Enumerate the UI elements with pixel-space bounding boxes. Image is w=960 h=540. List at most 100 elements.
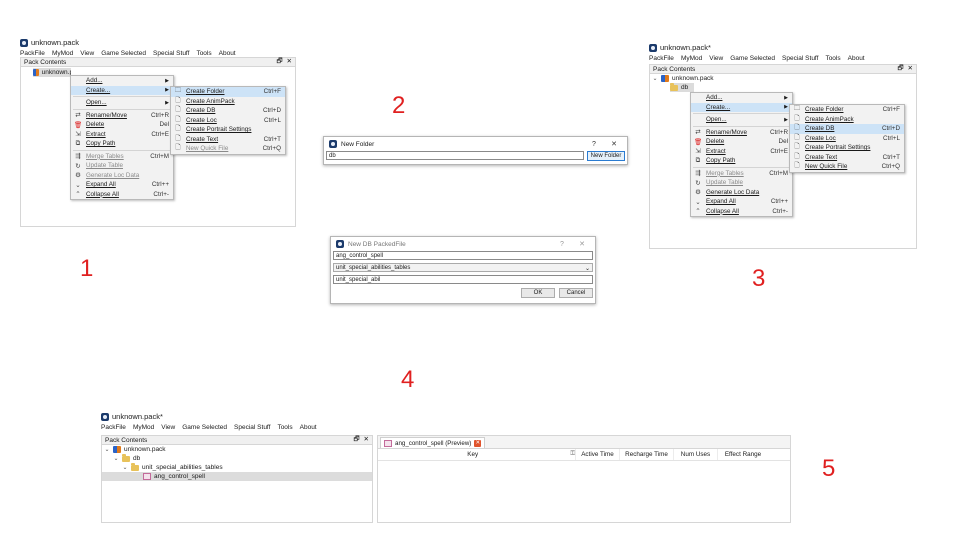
tree-folder-db[interactable]: ⌄ db — [102, 453, 372, 463]
menu-item-create-text[interactable]: 🗋 Create Text Ctrl+T — [171, 135, 285, 145]
column-effect-range[interactable]: Effect Range — [718, 449, 768, 460]
menu-item-delete[interactable]: 🗑 Delete Del — [71, 120, 173, 130]
close-icon[interactable]: ✕ — [606, 140, 622, 148]
generate-icon: ⚙ — [695, 189, 701, 197]
menu-game-selected[interactable]: Game Selected — [182, 424, 227, 431]
menu-view[interactable]: View — [161, 424, 175, 431]
menu-item-generate-loc[interactable]: ⚙ Generate Loc Data — [71, 171, 173, 181]
menu-item-delete[interactable]: 🗑 Delete Del — [691, 137, 792, 147]
menu-item-extract[interactable]: ⇲ Extract Ctrl+E — [691, 147, 792, 157]
tree-root[interactable]: ⌄ unknown.pack — [650, 74, 916, 83]
menu-item-create-folder[interactable]: 🗀 Create Folder Ctrl+F — [171, 87, 285, 97]
float-icon[interactable]: 🗗 — [353, 435, 359, 446]
menu-item-open[interactable]: Open... ▶ — [691, 115, 792, 125]
menu-view[interactable]: View — [709, 55, 723, 62]
menu-about[interactable]: About — [219, 50, 236, 57]
close-icon[interactable]: ✕ — [287, 57, 292, 68]
menu-item-copy-path[interactable]: ⧉ Copy Path — [691, 156, 792, 166]
menu-item-new-quick-file[interactable]: 🗋 New Quick File Ctrl+Q — [790, 162, 904, 172]
menu-view[interactable]: View — [80, 50, 94, 57]
menu-item-update-table[interactable]: ↻ Update Table — [691, 178, 792, 188]
menu-item-create[interactable]: Create... ▶ — [691, 102, 792, 112]
table-select[interactable]: unit_special_abilities_tables ⌄ — [333, 263, 593, 272]
float-icon[interactable]: 🗗 — [897, 64, 903, 75]
chevron-down-icon[interactable]: ⌄ — [104, 446, 110, 453]
dialog-title: New Folder — [341, 140, 375, 148]
tree-folder-db[interactable]: db — [670, 82, 694, 92]
menu-tools[interactable]: Tools — [277, 424, 292, 431]
menu-item-add[interactable]: Add... ▶ — [71, 76, 173, 86]
column-num-uses[interactable]: Num Uses — [674, 449, 718, 460]
menu-item-create-loc[interactable]: 🗋 Create Loc Ctrl+L — [171, 116, 285, 126]
app-logo-icon — [20, 38, 28, 47]
menu-item-expand-all[interactable]: ⌄ Expand All Ctrl++ — [691, 197, 792, 207]
menu-item-create-animpack[interactable]: 🗋 Create AnimPack — [790, 115, 904, 125]
menu-item-rename[interactable]: ⇄ Rename/Move Ctrl+R — [71, 111, 173, 121]
menu-tools[interactable]: Tools — [196, 50, 211, 57]
menu-item-new-quick-file[interactable]: 🗋 New Quick File Ctrl+Q — [171, 144, 285, 154]
menu-item-merge-tables[interactable]: ⇶ Merge Tables Ctrl+M — [71, 152, 173, 162]
menu-item-add[interactable]: Add... ▶ — [691, 93, 792, 103]
tree-file-table[interactable]: ang_control_spell — [102, 472, 372, 481]
tree-root[interactable]: unknown.pack — [33, 68, 71, 77]
menu-item-create-text[interactable]: 🗋 Create Text Ctrl+T — [790, 153, 904, 163]
new-db-dialog: New DB PackedFile ? ✕ ang_control_spell … — [330, 236, 596, 304]
menu-mymod[interactable]: MyMod — [681, 55, 702, 62]
menu-about[interactable]: About — [300, 424, 317, 431]
menu-item-create-animpack[interactable]: 🗋 Create AnimPack — [171, 97, 285, 107]
column-key[interactable]: Key ⚿ — [378, 449, 576, 460]
menu-item-create-portrait[interactable]: 🗋 Create Portrait Settings — [171, 125, 285, 135]
tree-root[interactable]: ⌄ unknown.pack — [102, 445, 372, 454]
menu-item-copy-path[interactable]: ⧉ Copy Path — [71, 139, 173, 149]
folder-name-input[interactable]: db — [326, 151, 584, 160]
menu-item-update-table[interactable]: ↻ Update Table — [71, 161, 173, 171]
close-icon[interactable]: ✕ — [474, 439, 482, 447]
column-active-time[interactable]: Active Time — [576, 449, 620, 460]
menu-item-create-portrait[interactable]: 🗋 Create Portrait Settings — [790, 143, 904, 153]
table-filter-input[interactable]: unit_special_abil — [333, 275, 593, 284]
help-icon[interactable]: ? — [586, 141, 602, 148]
menu-special-stuff[interactable]: Special Stuff — [153, 50, 189, 57]
menu-mymod[interactable]: MyMod — [133, 424, 154, 431]
close-icon[interactable]: ✕ — [574, 240, 590, 248]
menu-item-collapse-all[interactable]: ⌃ Collapse All Ctrl+- — [71, 190, 173, 200]
menu-item-create-db[interactable]: 🗋 Create DB Ctrl+D — [790, 124, 904, 134]
menu-packfile[interactable]: PackFile — [101, 424, 126, 431]
menu-game-selected[interactable]: Game Selected — [101, 50, 146, 57]
menu-item-open[interactable]: Open... ▶ — [71, 98, 173, 108]
menu-item-generate-loc[interactable]: ⚙ Generate Loc Data — [691, 188, 792, 198]
separator — [73, 149, 171, 151]
menu-item-create-loc[interactable]: 🗋 Create Loc Ctrl+L — [790, 134, 904, 144]
column-recharge-time[interactable]: Recharge Time — [620, 449, 674, 460]
file-name-input[interactable]: ang_control_spell — [333, 251, 593, 260]
menu-item-merge-tables[interactable]: ⇶ Merge Tables Ctrl+M — [691, 169, 792, 179]
tree-folder-table[interactable]: ⌄ unit_special_abilities_tables — [102, 462, 372, 472]
menu-item-rename[interactable]: ⇄ Rename/Move Ctrl+R — [691, 128, 792, 138]
menu-item-collapse-all[interactable]: ⌃ Collapse All Ctrl+- — [691, 207, 792, 217]
close-icon[interactable]: ✕ — [908, 64, 913, 75]
menu-about[interactable]: About — [848, 55, 865, 62]
close-icon[interactable]: ✕ — [364, 435, 369, 446]
new-folder-button[interactable]: New Folder — [587, 151, 625, 161]
help-icon[interactable]: ? — [554, 241, 570, 248]
chevron-down-icon[interactable]: ⌄ — [652, 75, 658, 82]
menu-game-selected[interactable]: Game Selected — [730, 55, 775, 62]
menu-packfile[interactable]: PackFile — [649, 55, 674, 62]
chevron-down-icon[interactable]: ⌄ — [122, 464, 128, 471]
chevron-down-icon[interactable]: ⌄ — [113, 455, 119, 462]
chevron-down-icon: ⌄ — [584, 266, 590, 272]
ok-button[interactable]: OK — [521, 288, 555, 298]
menu-mymod[interactable]: MyMod — [52, 50, 73, 57]
tab-ang-control-spell[interactable]: ang_control_spell (Preview) ✕ — [380, 437, 486, 448]
menu-tools[interactable]: Tools — [825, 55, 840, 62]
menu-special-stuff[interactable]: Special Stuff — [234, 424, 270, 431]
menu-item-expand-all[interactable]: ⌄ Expand All Ctrl++ — [71, 180, 173, 190]
cancel-button[interactable]: Cancel — [559, 288, 593, 298]
menu-special-stuff[interactable]: Special Stuff — [782, 55, 818, 62]
menu-packfile[interactable]: PackFile — [20, 50, 45, 57]
float-icon[interactable]: 🗗 — [276, 57, 282, 68]
menu-item-extract[interactable]: ⇲ Extract Ctrl+E — [71, 130, 173, 140]
menu-item-create[interactable]: Create... ▶ — [71, 85, 173, 95]
menu-item-create-db[interactable]: 🗋 Create DB Ctrl+D — [171, 106, 285, 116]
menu-item-create-folder[interactable]: 🗀 Create Folder Ctrl+F — [790, 105, 904, 115]
